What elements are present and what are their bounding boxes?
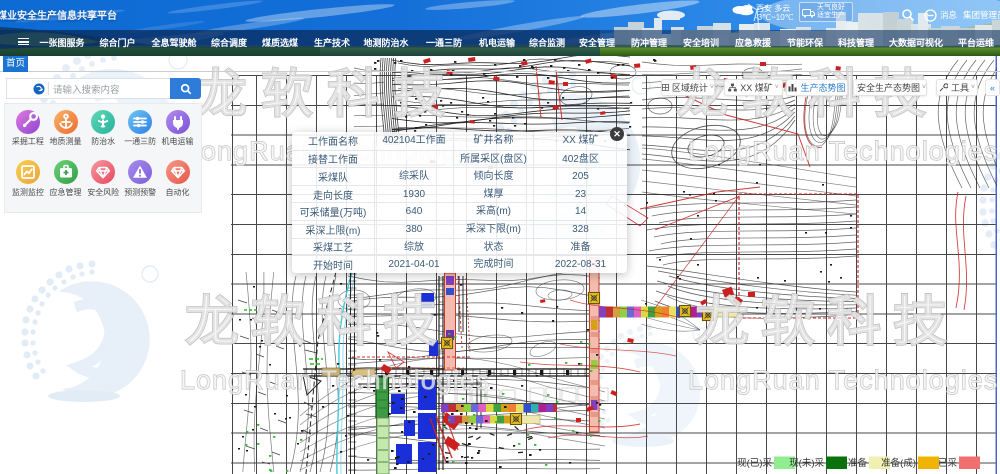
svg-text:现(已)采: 现(已)采 (737, 458, 772, 469)
svg-text:龙软科技: 龙软科技 (185, 292, 449, 352)
svg-text:LongRuan Technologies: LongRuan Technologies (688, 136, 998, 166)
svg-text:现(未)采: 现(未)采 (789, 457, 824, 469)
svg-text:准备(成): 准备(成) (881, 457, 916, 469)
svg-text:LongRuan Technologies: LongRuan Technologies (180, 365, 490, 395)
svg-text:准备: 准备 (848, 457, 868, 469)
svg-text:已采: 已采 (938, 458, 958, 469)
svg-text:LongRuan Technologies: LongRuan Technologies (688, 365, 998, 395)
svg-text:龙软科技: 龙软科技 (695, 292, 959, 352)
svg-text:龙软科技: 龙软科技 (195, 66, 459, 124)
